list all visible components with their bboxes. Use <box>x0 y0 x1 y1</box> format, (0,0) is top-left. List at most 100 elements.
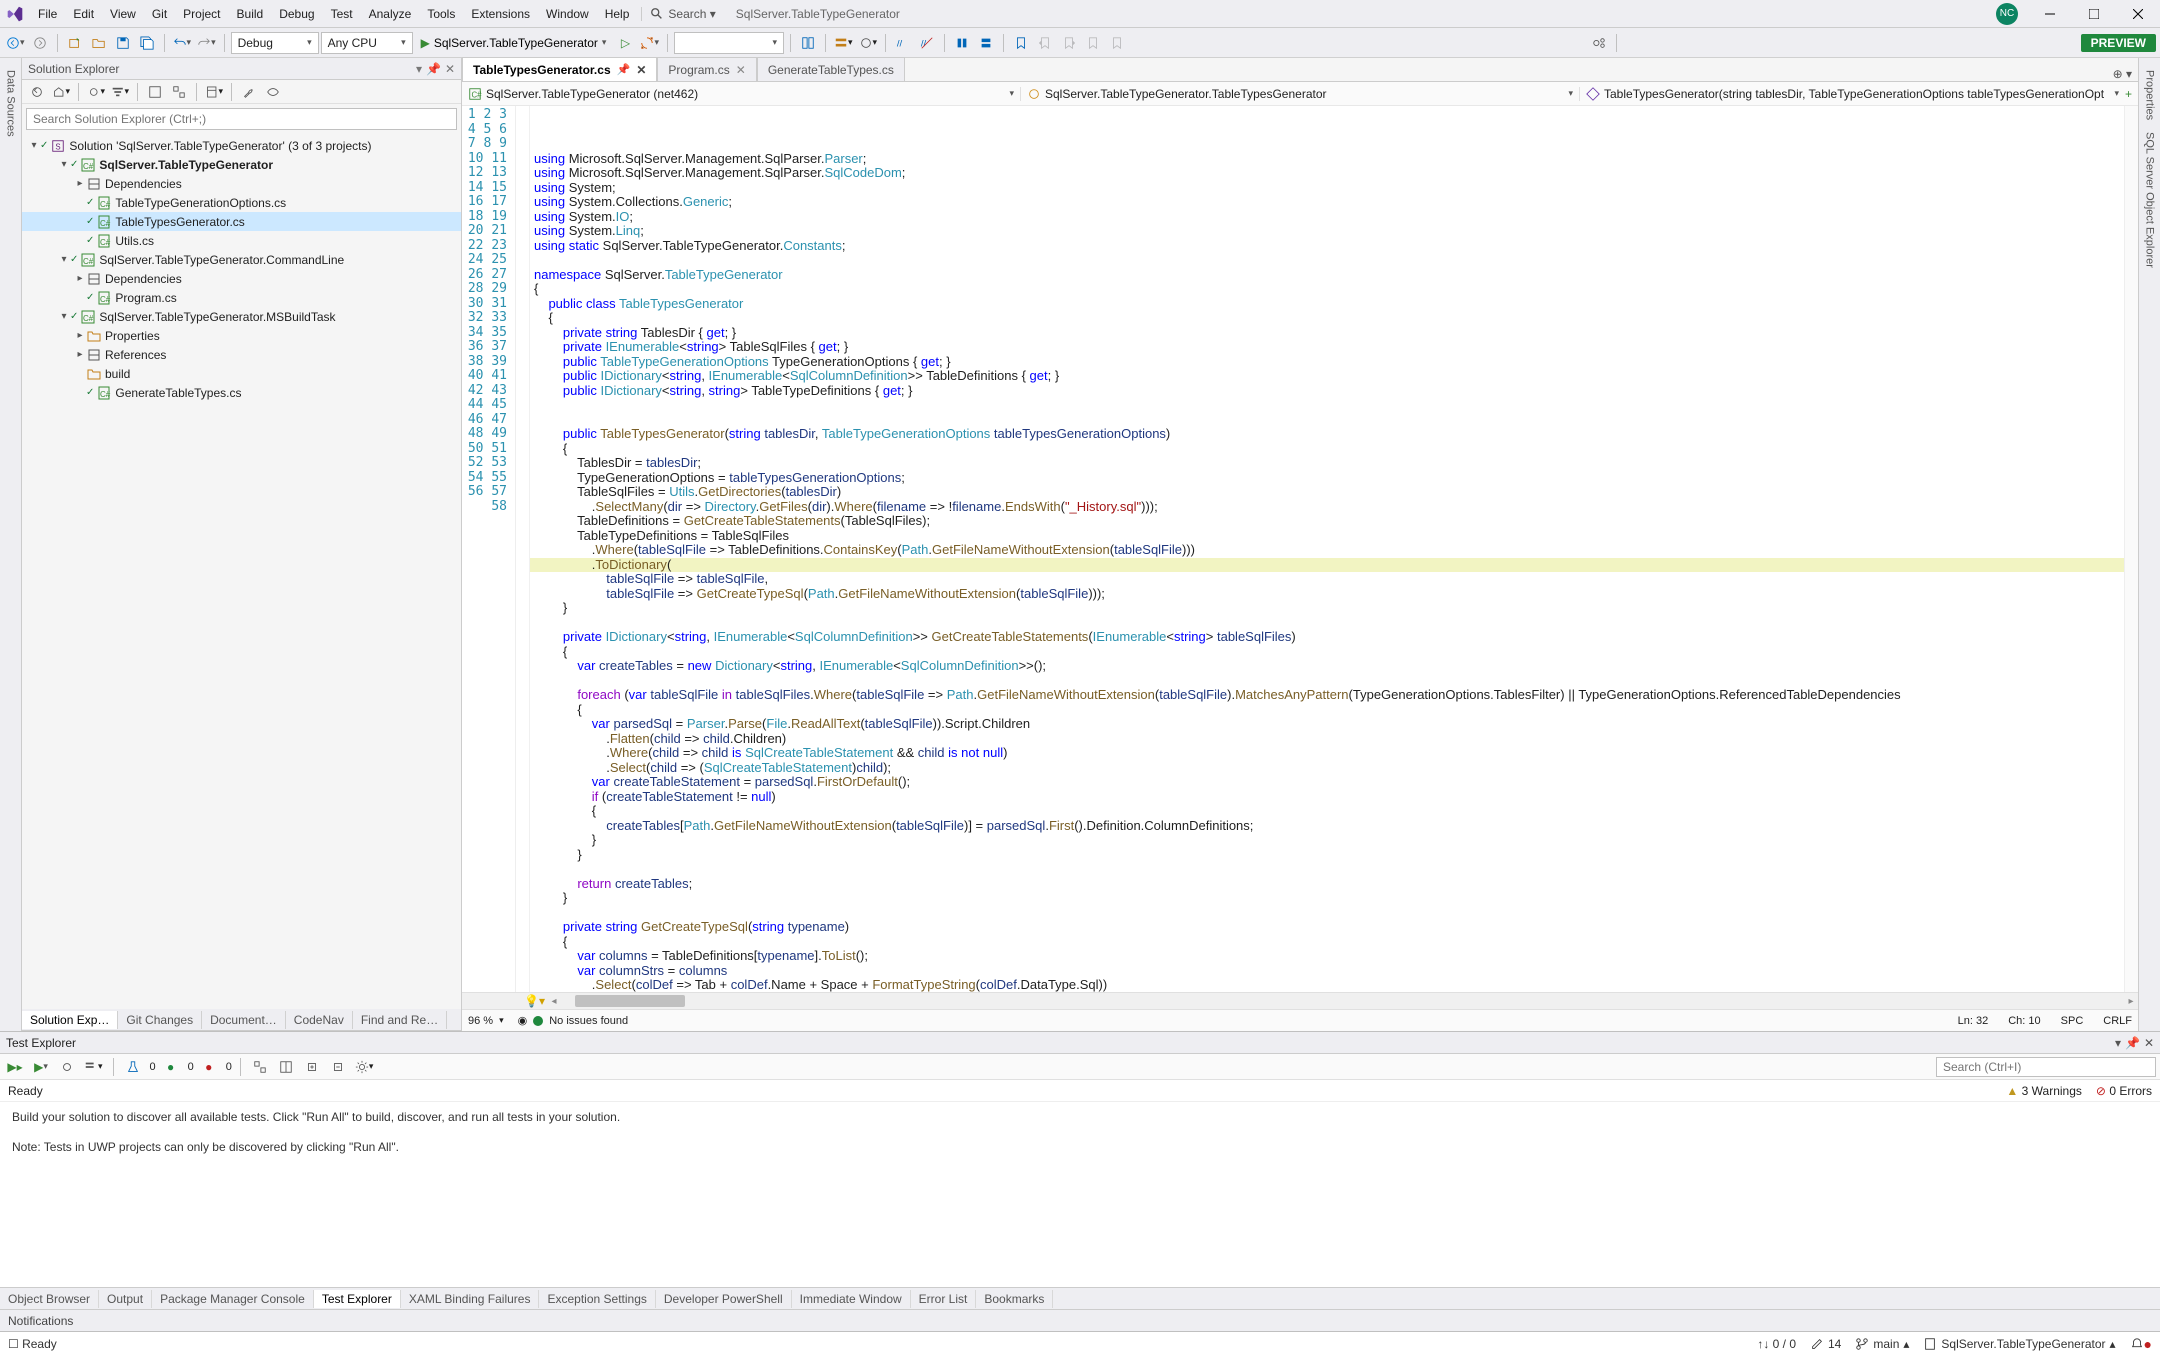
bot-tab[interactable]: Error List <box>911 1290 977 1308</box>
tb-icon-1[interactable] <box>797 32 819 54</box>
errors-status[interactable]: ⊘ 0 Errors <box>2096 1084 2152 1098</box>
tree-row[interactable]: ▸Properties <box>22 326 461 345</box>
save-button[interactable] <box>112 32 134 54</box>
menu-tools[interactable]: Tools <box>419 4 463 24</box>
comment-button[interactable]: // <box>892 32 914 54</box>
left-bot-tab[interactable]: Find and Re… <box>353 1011 447 1029</box>
crumb-class[interactable]: SqlServer.TableTypeGenerator.TableTypesG… <box>1021 87 1580 101</box>
empty-dropdown[interactable]: ▾ <box>674 32 784 54</box>
save-all-button[interactable] <box>136 32 158 54</box>
pin-icon[interactable]: 📌 <box>426 62 441 76</box>
menu-test[interactable]: Test <box>323 4 361 24</box>
prev-bookmark-button[interactable] <box>1034 32 1056 54</box>
bot-tab[interactable]: Object Browser <box>0 1290 99 1308</box>
sb-repo[interactable]: SqlServer.TableTypeGenerator ▴ <box>1923 1337 2115 1351</box>
group-icon[interactable] <box>249 1056 271 1078</box>
tree-row[interactable]: ▸References <box>22 345 461 364</box>
add-icon[interactable]: + <box>2125 87 2132 101</box>
preview-button[interactable]: PREVIEW <box>2081 34 2156 52</box>
expand-icon[interactable] <box>301 1056 323 1078</box>
start-button[interactable]: ▶ SqlServer.TableTypeGenerator ▾ <box>415 32 613 54</box>
new-project-button[interactable] <box>64 32 86 54</box>
fail-count-icon[interactable]: ● <box>198 1056 220 1078</box>
col-status[interactable]: Ch: 10 <box>2008 1015 2040 1027</box>
run-all-button[interactable]: ▶▸ <box>4 1056 26 1078</box>
close-tab-icon[interactable]: ✕ <box>636 63 646 77</box>
repeat-run-icon[interactable] <box>56 1056 78 1078</box>
se-switch-views-icon[interactable]: ▾ <box>50 81 72 103</box>
bot-tab[interactable]: XAML Binding Failures <box>401 1290 540 1308</box>
dropdown-icon[interactable]: ▾ <box>416 62 422 76</box>
close-button[interactable] <box>2116 0 2160 28</box>
close-tab-icon[interactable]: ✕ <box>736 63 746 77</box>
tree-solution-root[interactable]: ▾ ✓ S Solution 'SqlServer.TableTypeGener… <box>22 136 461 155</box>
search-command[interactable]: Search ▾ <box>641 7 723 21</box>
side-tab-properties[interactable]: Properties <box>2142 64 2158 126</box>
menu-extensions[interactable]: Extensions <box>463 4 538 24</box>
hot-reload-button[interactable]: ▾ <box>638 32 661 54</box>
se-filter-icon[interactable]: ▾ <box>109 81 131 103</box>
pin-icon[interactable]: 📌 <box>2125 1036 2140 1050</box>
undo-button[interactable]: ▾ <box>171 32 194 54</box>
left-bot-tab[interactable]: Document… <box>202 1011 286 1029</box>
forward-button[interactable] <box>29 32 51 54</box>
menu-edit[interactable]: Edit <box>65 4 102 24</box>
bot-tab[interactable]: Output <box>99 1290 152 1308</box>
minimize-button[interactable] <box>2028 0 2072 28</box>
pass-count-icon[interactable]: ● <box>160 1056 182 1078</box>
columns-icon[interactable] <box>275 1056 297 1078</box>
space-status[interactable]: SPC <box>2061 1015 2084 1027</box>
sb-updown[interactable]: ↑↓ 0 / 0 <box>1757 1337 1796 1351</box>
line-status[interactable]: Ln: 32 <box>1958 1015 1989 1027</box>
menu-git[interactable]: Git <box>144 4 175 24</box>
solution-explorer-search[interactable] <box>26 108 457 130</box>
sb-branch[interactable]: main ▴ <box>1855 1337 1909 1351</box>
tree-row[interactable]: ▸Dependencies <box>22 269 461 288</box>
scrollbar-thumb[interactable] <box>575 995 685 1007</box>
tree-row[interactable]: ✓C#GenerateTableTypes.cs <box>22 383 461 402</box>
side-tab-datasources[interactable]: Data Sources <box>3 64 19 143</box>
close-icon[interactable]: ✕ <box>2144 1036 2154 1050</box>
menu-view[interactable]: View <box>102 4 144 24</box>
user-badge[interactable]: NC <box>1996 3 2018 25</box>
collapse-icon[interactable] <box>327 1056 349 1078</box>
left-bot-tab[interactable]: Solution Exp… <box>22 1011 118 1029</box>
pin-icon[interactable]: 📌 <box>617 63 631 76</box>
fold-column[interactable] <box>516 106 530 992</box>
code-surface[interactable]: using Microsoft.SqlServer.Management.Sql… <box>530 106 2124 992</box>
sb-bell-icon[interactable]: ● <box>2130 1336 2152 1352</box>
crumb-project[interactable]: C# SqlServer.TableTypeGenerator (net462)… <box>462 87 1021 101</box>
se-home-icon[interactable] <box>26 81 48 103</box>
menu-build[interactable]: Build <box>229 4 272 24</box>
tree-row[interactable]: ▾✓C#SqlServer.TableTypeGenerator.Command… <box>22 250 461 269</box>
se-props-icon[interactable]: ▾ <box>203 81 225 103</box>
se-sync-icon[interactable]: ▾ <box>85 81 107 103</box>
maximize-button[interactable] <box>2072 0 2116 28</box>
tree-row[interactable]: ✓C#Program.cs <box>22 288 461 307</box>
horizontal-scrollbar[interactable]: 💡▾ ◂ ▸ <box>462 992 2138 1009</box>
left-bot-tab[interactable]: Git Changes <box>118 1011 202 1029</box>
uncomment-button[interactable]: // <box>916 32 938 54</box>
menu-help[interactable]: Help <box>597 4 638 24</box>
overview-ruler[interactable] <box>2124 106 2138 992</box>
se-wrench-icon[interactable] <box>238 81 260 103</box>
issues-status[interactable]: No issues found <box>549 1015 628 1027</box>
menu-window[interactable]: Window <box>538 4 597 24</box>
tabwell-menu[interactable]: ⊕ ▾ <box>2107 67 2138 81</box>
next-bookmark-button[interactable] <box>1058 32 1080 54</box>
redo-button[interactable]: ▾ <box>195 32 218 54</box>
tree-row[interactable]: ✓C#TableTypesGenerator.cs <box>22 212 461 231</box>
tb-icon-3[interactable]: ▾ <box>857 32 880 54</box>
bot-tab[interactable]: Package Manager Console <box>152 1290 314 1308</box>
se-preview-icon[interactable] <box>262 81 284 103</box>
crumb-member[interactable]: TableTypesGenerator(string tablesDir, Ta… <box>1580 87 2138 101</box>
bot-tab[interactable]: Immediate Window <box>792 1290 911 1308</box>
tb-icon-2[interactable]: ▾ <box>832 32 855 54</box>
playlist-icon[interactable]: ▾ <box>82 1056 105 1078</box>
menu-file[interactable]: File <box>30 4 65 24</box>
start-no-debug-button[interactable]: ▷ <box>614 32 636 54</box>
tb-icon-7[interactable] <box>1106 32 1128 54</box>
doc-tab[interactable]: Program.cs✕ <box>657 57 756 81</box>
test-search[interactable] <box>1936 1057 2156 1077</box>
tree-row[interactable]: ✓C#TableTypeGenerationOptions.cs <box>22 193 461 212</box>
